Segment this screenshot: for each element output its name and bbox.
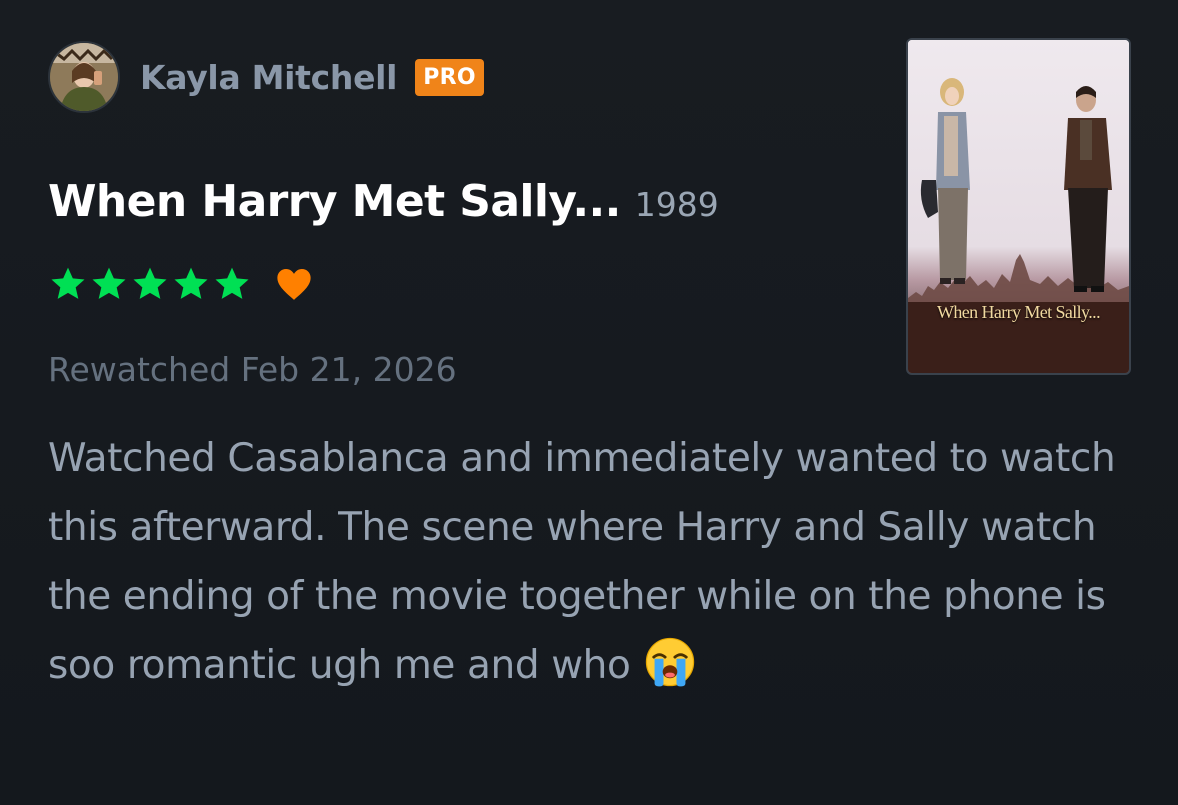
star-icon (215, 267, 249, 299)
pro-badge: PRO (415, 58, 484, 96)
avatar[interactable] (48, 41, 120, 113)
review-card: Kayla Mitchell PRO When Harry Met Sally.… (0, 0, 1178, 805)
loudly-crying-face-emoji (646, 637, 695, 687)
star-icon (133, 267, 167, 299)
film-title[interactable]: When Harry Met Sally... (48, 176, 621, 227)
poster-title: When Harry Met Sally... (937, 302, 1101, 322)
film-poster[interactable]: When Harry Met Sally... (906, 38, 1131, 375)
review-text: Watched Casablanca and immediately wante… (48, 436, 1116, 688)
film-title-row: When Harry Met Sally... 1989 (48, 176, 719, 227)
film-year[interactable]: 1989 (635, 185, 719, 224)
rating (48, 262, 313, 306)
review-header: Kayla Mitchell PRO (48, 40, 484, 114)
username[interactable]: Kayla Mitchell (140, 58, 398, 97)
star-icon (174, 267, 208, 299)
review-body: Watched Casablanca and immediately wante… (48, 424, 1118, 700)
star-icon (92, 267, 126, 299)
star-icon (51, 267, 85, 299)
heart-icon (277, 268, 311, 300)
watch-date: Rewatched Feb 21, 2026 (48, 350, 457, 389)
